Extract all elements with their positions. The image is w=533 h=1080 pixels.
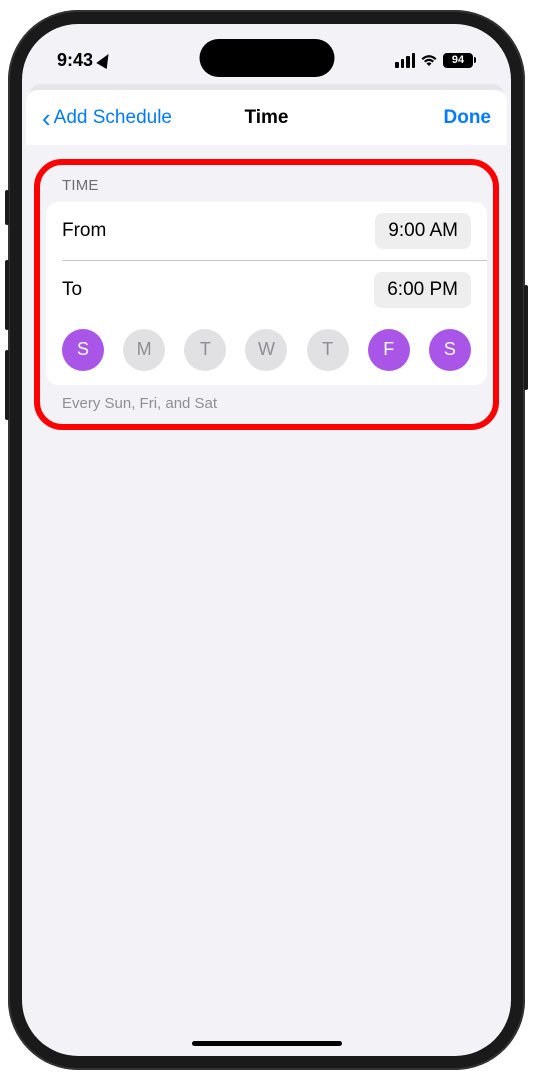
- to-row: To 6:00 PM: [46, 261, 487, 319]
- phone-screen: 9:43 94 ‹ Add Schedule: [22, 24, 511, 1056]
- time-card: From 9:00 AM To 6:00 PM S M T W T F: [46, 202, 487, 385]
- phone-frame: 9:43 94 ‹ Add Schedule: [8, 10, 525, 1070]
- page-title: Time: [244, 107, 288, 129]
- wifi-icon: [420, 53, 438, 67]
- side-button: [5, 190, 9, 225]
- nav-bar: ‹ Add Schedule Time Done: [26, 90, 507, 145]
- location-icon: [96, 51, 113, 69]
- side-button: [524, 285, 528, 390]
- day-toggle-tue[interactable]: T: [184, 329, 226, 371]
- status-left: 9:43: [57, 50, 111, 71]
- day-toggle-fri[interactable]: F: [368, 329, 410, 371]
- side-button: [5, 350, 9, 420]
- schedule-summary: Every Sun, Fri, and Sat: [46, 385, 487, 416]
- highlight-annotation: TIME From 9:00 AM To 6:00 PM S M: [34, 159, 499, 430]
- time-section-header: TIME: [46, 173, 487, 202]
- to-label: To: [62, 279, 82, 301]
- day-toggle-wed[interactable]: W: [245, 329, 287, 371]
- day-toggle-sat[interactable]: S: [429, 329, 471, 371]
- to-time-picker[interactable]: 6:00 PM: [374, 272, 471, 308]
- days-row: S M T W T F S: [46, 319, 487, 385]
- status-right: 94: [395, 53, 476, 68]
- dynamic-island: [199, 39, 334, 77]
- from-label: From: [62, 220, 106, 242]
- day-toggle-thu[interactable]: T: [307, 329, 349, 371]
- from-row: From 9:00 AM: [46, 202, 487, 260]
- day-toggle-sun[interactable]: S: [62, 329, 104, 371]
- back-label: Add Schedule: [54, 107, 172, 129]
- battery-icon: 94: [443, 53, 476, 68]
- back-button[interactable]: ‹ Add Schedule: [42, 105, 172, 131]
- status-time: 9:43: [57, 50, 93, 71]
- from-time-picker[interactable]: 9:00 AM: [375, 213, 471, 249]
- chevron-left-icon: ‹: [42, 105, 51, 131]
- battery-level: 94: [443, 53, 473, 68]
- content-area: TIME From 9:00 AM To 6:00 PM S M: [22, 159, 511, 430]
- side-button: [5, 260, 9, 330]
- done-button[interactable]: Done: [444, 107, 492, 129]
- home-indicator[interactable]: [192, 1041, 342, 1046]
- cellular-signal-icon: [395, 53, 415, 68]
- day-toggle-mon[interactable]: M: [123, 329, 165, 371]
